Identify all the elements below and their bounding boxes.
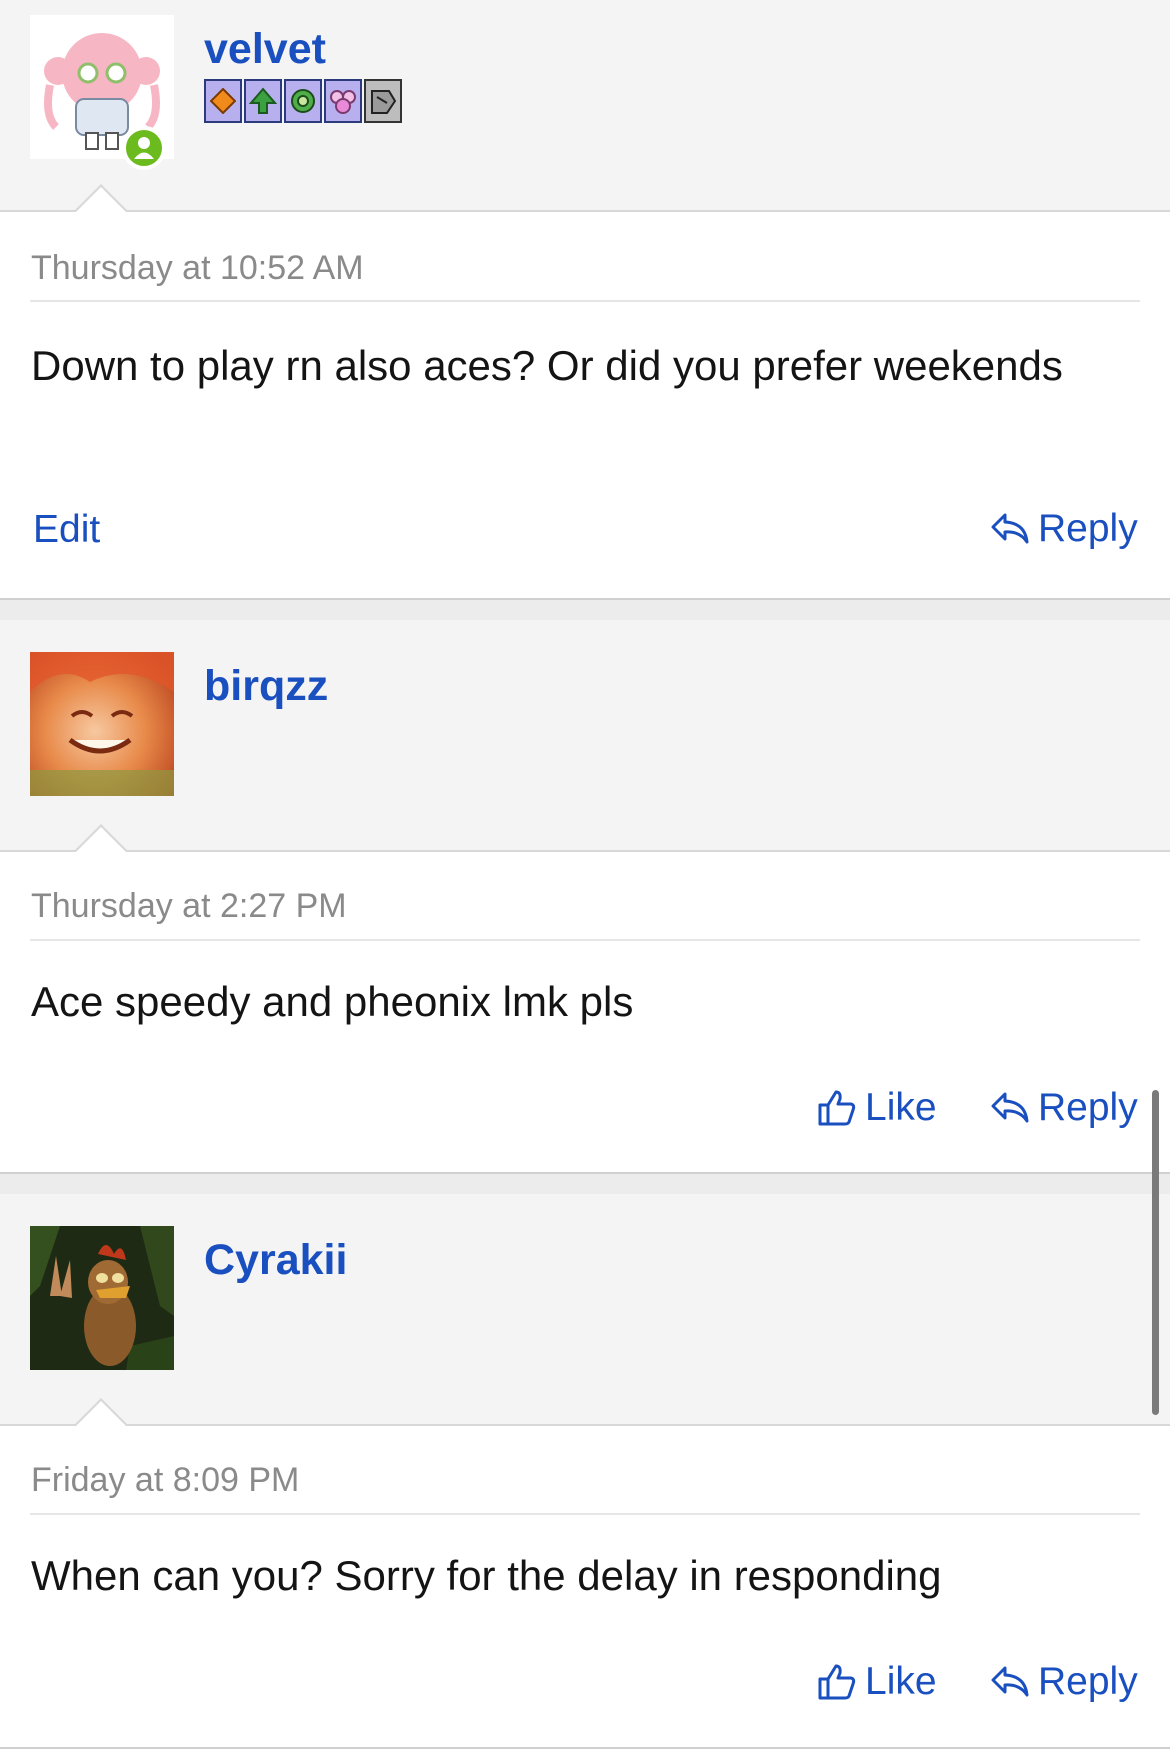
post-timestamp[interactable]: Friday at 8:09 PM	[31, 1463, 299, 1497]
user-badges	[204, 79, 404, 123]
reply-button[interactable]: Reply	[990, 1088, 1138, 1127]
online-status-icon	[122, 126, 166, 170]
post-header: Cyrakii	[0, 1194, 1170, 1426]
like-label: Like	[865, 1086, 937, 1129]
username[interactable]: velvet	[204, 28, 326, 71]
header-pointer-inner	[76, 187, 126, 212]
grey-shield-badge-icon	[364, 79, 402, 123]
avatar[interactable]	[30, 1226, 174, 1370]
like-button[interactable]: Like	[817, 1662, 937, 1701]
green-gear-badge-icon	[284, 79, 322, 123]
post-separator	[0, 598, 1170, 620]
timestamp-divider	[30, 300, 1140, 302]
post-body: Thursday at 10:52 AM Down to play rn als…	[0, 212, 1170, 598]
post-message: When can you? Sorry for the delay in res…	[31, 1552, 942, 1599]
reply-label: Reply	[1038, 507, 1138, 550]
username[interactable]: Cyrakii	[204, 1239, 347, 1282]
reply-icon	[991, 1092, 1029, 1122]
edit-label: Edit	[33, 508, 101, 551]
reply-icon	[991, 513, 1029, 543]
post-message: Ace speedy and pheonix lmk pls	[31, 978, 634, 1025]
timestamp-divider	[30, 939, 1140, 941]
green-arrows-badge-icon	[244, 79, 282, 123]
post-timestamp[interactable]: Thursday at 10:52 AM	[31, 251, 364, 285]
separator-line	[0, 1747, 1170, 1749]
post-message: Down to play rn also aces? Or did you pr…	[31, 342, 1063, 389]
separator-line	[0, 598, 1170, 600]
edit-button[interactable]: Edit	[33, 510, 100, 549]
post-header: birqzz	[0, 620, 1170, 852]
reply-icon	[991, 1666, 1029, 1696]
avatar-image-birqzz	[30, 652, 174, 796]
avatar-image-cyrakii	[30, 1226, 174, 1370]
thumbs-up-icon	[818, 1090, 856, 1125]
header-pointer-inner	[76, 827, 126, 852]
post-body: Friday at 8:09 PM When can you? Sorry fo…	[0, 1426, 1170, 1751]
like-button[interactable]: Like	[817, 1088, 937, 1127]
timestamp-divider	[30, 1513, 1140, 1515]
username[interactable]: birqzz	[204, 665, 328, 708]
orange-diamond-badge-icon	[204, 79, 242, 123]
separator-line	[0, 1172, 1170, 1174]
post-timestamp[interactable]: Thursday at 2:27 PM	[31, 889, 347, 923]
reply-label: Reply	[1038, 1086, 1138, 1129]
like-label: Like	[865, 1660, 937, 1703]
post-header: velvet	[0, 0, 1170, 212]
reply-label: Reply	[1038, 1660, 1138, 1703]
avatar[interactable]	[30, 652, 174, 796]
reply-button[interactable]: Reply	[990, 1662, 1138, 1701]
reply-button[interactable]: Reply	[990, 509, 1138, 548]
pink-flower-badge-icon	[324, 79, 362, 123]
post-body: Thursday at 2:27 PM Ace speedy and pheon…	[0, 852, 1170, 1172]
thumbs-up-icon	[818, 1664, 856, 1699]
scrollbar[interactable]	[1152, 1090, 1159, 1415]
header-pointer-inner	[76, 1401, 126, 1426]
post-separator	[0, 1172, 1170, 1194]
